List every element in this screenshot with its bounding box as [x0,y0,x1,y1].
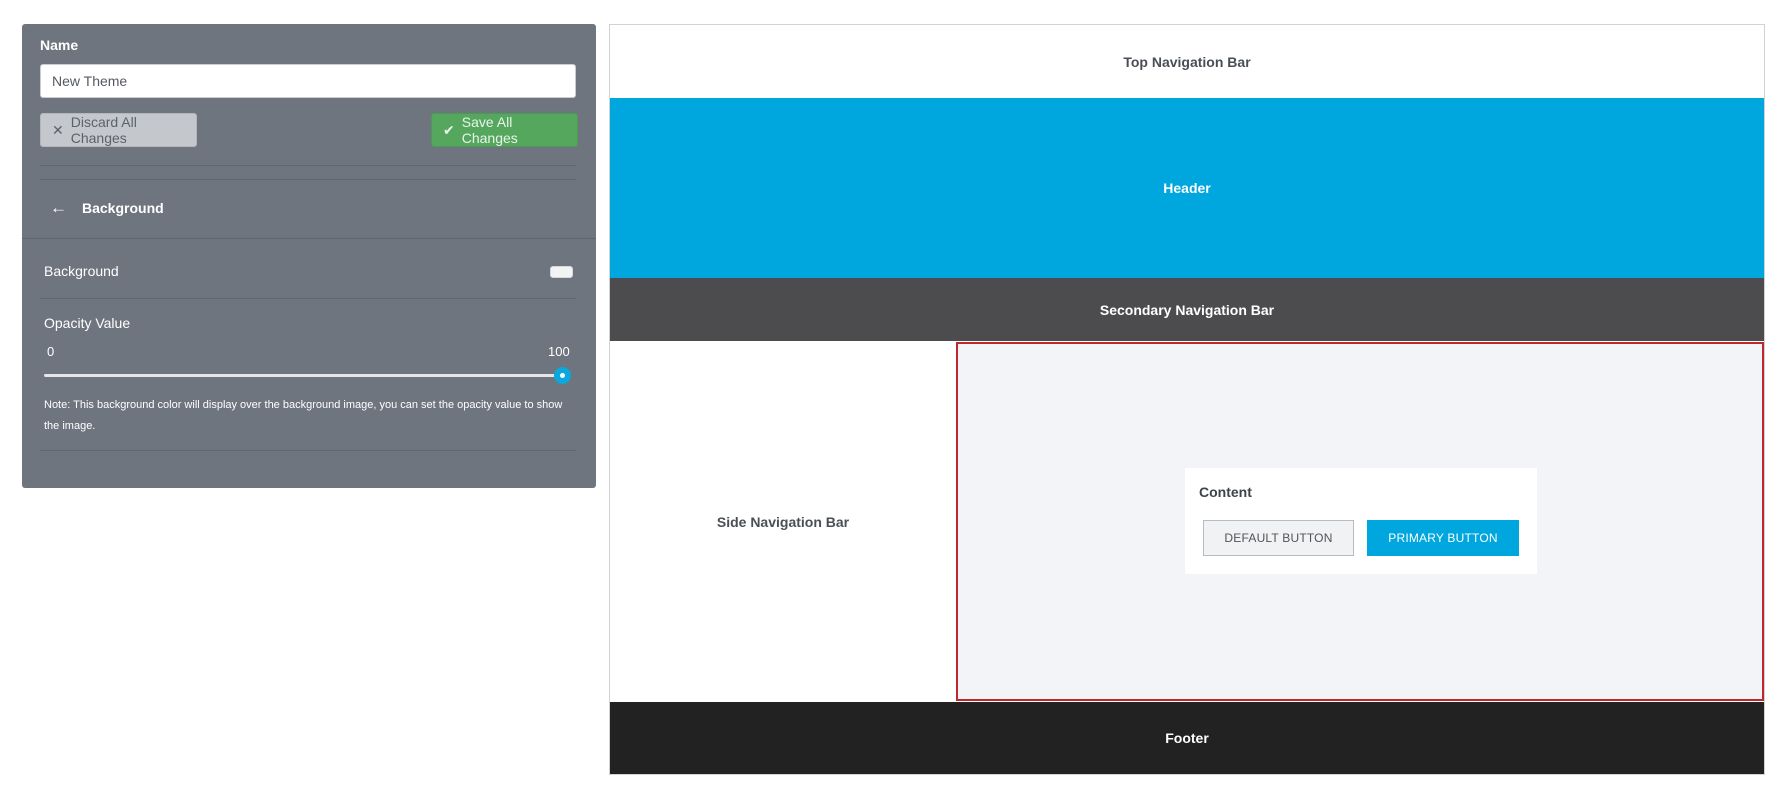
save-button-label: Save All Changes [461,114,518,146]
preview-side-navigation-bar[interactable]: Side Navigation Bar [610,341,956,702]
top-nav-label: Top Navigation Bar [1123,53,1251,70]
content-card: Content DEFAULT BUTTON PRIMARY BUTTON [1185,468,1537,574]
preview-content-area[interactable]: Content DEFAULT BUTTON PRIMARY BUTTON [956,342,1764,701]
name-label: Name [40,37,79,53]
footer-label: Footer [1165,730,1209,746]
theme-preview: Top Navigation Bar Header Secondary Navi… [609,24,1765,775]
arrow-left-icon: ← [50,198,67,217]
primary-button[interactable]: PRIMARY BUTTON [1367,520,1519,556]
back-to-background-link[interactable]: ← Background [50,198,164,218]
divider [40,165,576,166]
preview-top-navigation-bar[interactable]: Top Navigation Bar [610,25,1764,98]
divider [40,450,576,451]
discard-all-changes-button[interactable]: ✕ Discard All Changes [40,113,197,147]
discard-button-label: Discard All Changes [70,114,137,146]
opacity-slider-track[interactable] [44,374,566,377]
background-note: Note: This background color will display… [44,399,563,432]
header-label: Header [1163,180,1211,196]
background-color-label: Background [44,263,119,279]
x-icon: ✕ [52,121,64,138]
preview-secondary-navigation-bar[interactable]: Secondary Navigation Bar [610,278,1764,341]
opacity-max-label: 100 [548,344,570,359]
secondary-nav-label: Secondary Navigation Bar [1099,301,1275,318]
preview-header[interactable]: Header [610,98,1764,278]
background-color-swatch[interactable] [550,266,573,278]
preview-footer[interactable]: Footer [610,702,1764,774]
opacity-min-label: 0 [47,344,55,359]
opacity-slider-handle[interactable] [554,367,571,384]
divider [40,298,576,299]
divider [22,238,596,239]
save-all-changes-button[interactable]: ✔ Save All Changes [431,113,578,147]
content-title: Content [1199,484,1252,500]
theme-name-input[interactable] [40,64,576,98]
default-button[interactable]: DEFAULT BUTTON [1203,520,1354,556]
opacity-value-label: Opacity Value [44,315,131,331]
section-title: Background [82,200,164,216]
theme-settings-panel: Name ✕ Discard All Changes ✔ Save All Ch… [22,24,596,488]
side-nav-label: Side Navigation Bar [716,513,850,530]
divider [40,179,576,180]
check-icon: ✔ [443,121,455,138]
